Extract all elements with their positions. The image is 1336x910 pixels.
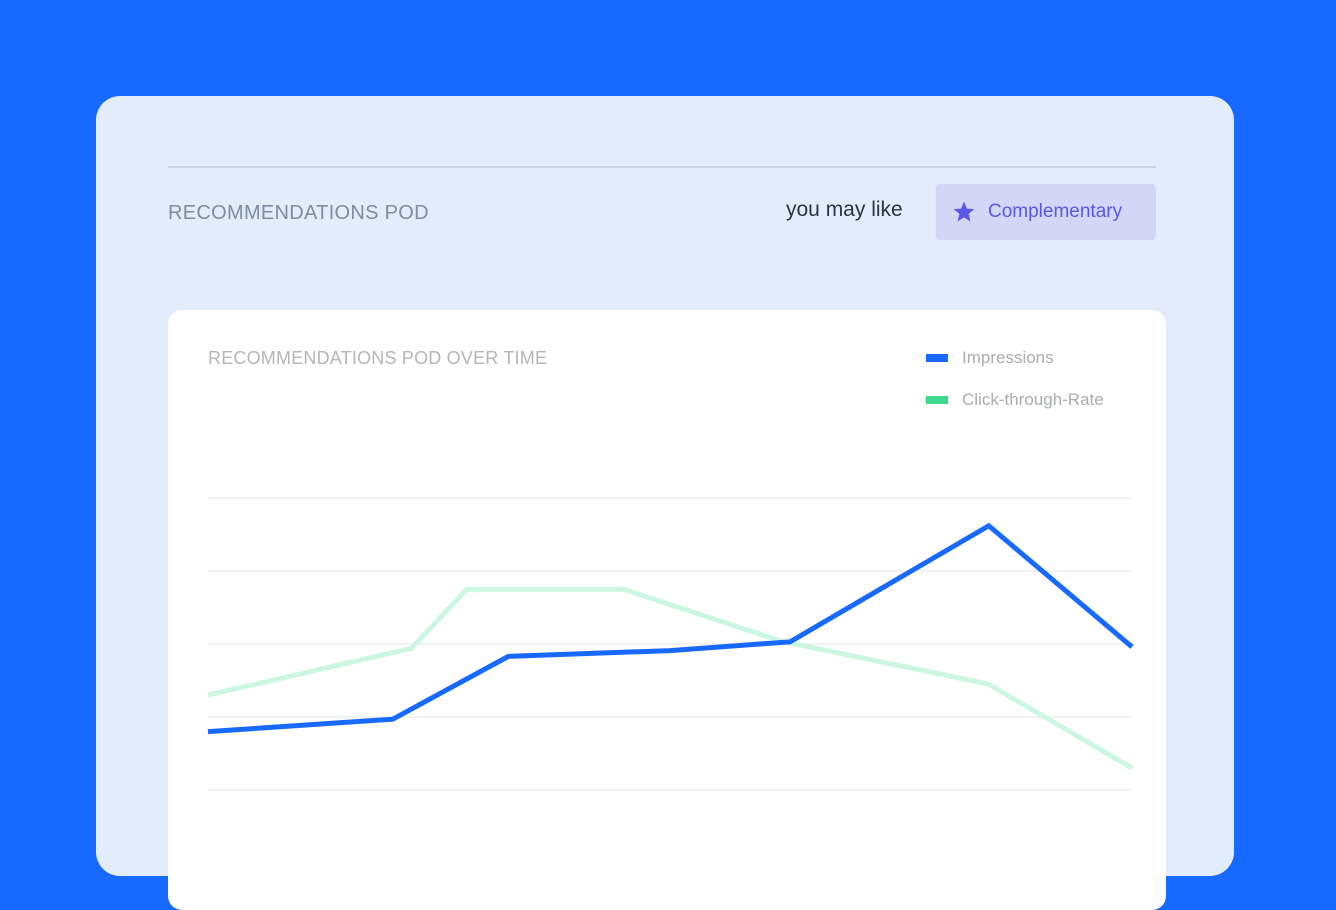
star-icon [952,200,976,224]
chip-label: Complementary [988,201,1123,222]
pod-title: RECOMMENDATIONS POD [168,202,429,224]
divider [168,166,1156,168]
impressions-series-line [207,522,1134,735]
line-chart [207,497,1134,791]
tagline: you may like [786,198,903,221]
ctr-series-line [207,586,1134,771]
complementary-chip[interactable]: Complementary [936,184,1156,240]
recommendations-card: RECOMMENDATIONS POD you may like Complem… [96,96,1234,910]
chart-card: RECOMMENDATIONS POD OVER TIME Impression… [168,310,1166,910]
